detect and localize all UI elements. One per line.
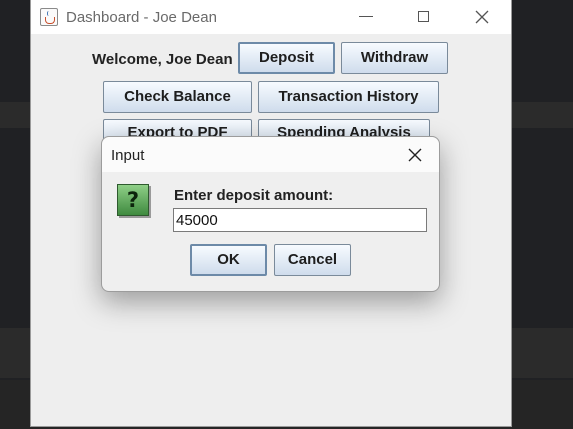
minimize-button[interactable] — [337, 0, 395, 34]
welcome-label: Welcome, Joe Dean — [92, 51, 233, 68]
window-titlebar[interactable]: Dashboard - Joe Dean — [31, 0, 511, 34]
ok-button[interactable]: OK — [190, 244, 267, 276]
deposit-button[interactable]: Deposit — [238, 42, 335, 74]
dialog-prompt: Enter deposit amount: — [174, 187, 334, 204]
withdraw-button[interactable]: Withdraw — [341, 42, 448, 74]
deposit-amount-input[interactable] — [173, 208, 427, 232]
dialog-title: Input — [111, 147, 145, 164]
window-title: Dashboard - Joe Dean — [66, 9, 217, 26]
cancel-button[interactable]: Cancel — [274, 244, 351, 276]
close-window-button[interactable] — [453, 0, 511, 34]
input-dialog: Input ? Enter deposit amount: OK Cancel — [101, 136, 440, 292]
close-icon — [408, 148, 422, 162]
maximize-button[interactable] — [395, 0, 453, 34]
close-icon — [475, 10, 489, 24]
transaction-history-button[interactable]: Transaction History — [258, 81, 439, 113]
check-balance-button[interactable]: Check Balance — [103, 81, 252, 113]
java-app-icon — [40, 8, 58, 26]
question-icon: ? — [117, 184, 149, 216]
dialog-titlebar[interactable]: Input — [102, 137, 439, 172]
dialog-close-button[interactable] — [404, 145, 426, 165]
